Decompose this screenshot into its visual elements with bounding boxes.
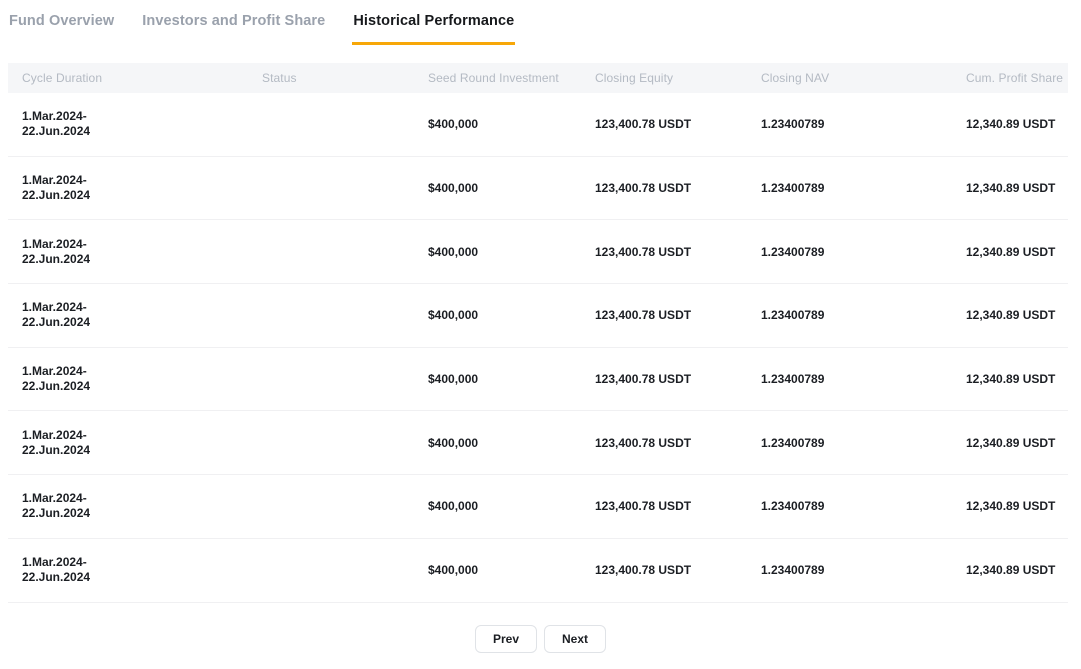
tab-investors-and-profit-share[interactable]: Investors and Profit Share (141, 0, 326, 45)
cycle-duration-line2: 22.Jun.2024 (22, 252, 262, 267)
cell-cycle-duration: 1.Mar.2024- 22.Jun.2024 (22, 173, 262, 203)
cell-closing-nav: 1.23400789 (761, 372, 966, 386)
cell-cum-profit-share: 12,340.89 USDT (966, 308, 1068, 322)
cell-closing-equity: 123,400.78 USDT (595, 308, 761, 322)
cell-cum-profit-share: 12,340.89 USDT (966, 245, 1068, 259)
cell-cum-profit-share: 12,340.89 USDT (966, 436, 1068, 450)
cell-cycle-duration: 1.Mar.2024- 22.Jun.2024 (22, 428, 262, 458)
cell-closing-nav: 1.23400789 (761, 499, 966, 513)
cell-seed-round-investment: $400,000 (428, 308, 595, 322)
cycle-duration-line1: 1.Mar.2024- (22, 300, 262, 315)
tab-historical-performance[interactable]: Historical Performance (352, 0, 515, 45)
cycle-duration-line2: 22.Jun.2024 (22, 124, 262, 139)
cell-closing-equity: 123,400.78 USDT (595, 372, 761, 386)
cycle-duration-line2: 22.Jun.2024 (22, 315, 262, 330)
cell-closing-equity: 123,400.78 USDT (595, 117, 761, 131)
cell-cycle-duration: 1.Mar.2024- 22.Jun.2024 (22, 109, 262, 139)
cell-seed-round-investment: $400,000 (428, 372, 595, 386)
cycle-duration-line2: 22.Jun.2024 (22, 443, 262, 458)
historical-performance-table: Cycle Duration Status Seed Round Investm… (8, 63, 1068, 603)
cell-closing-equity: 123,400.78 USDT (595, 563, 761, 577)
tab-fund-overview[interactable]: Fund Overview (8, 0, 115, 45)
cell-cycle-duration: 1.Mar.2024- 22.Jun.2024 (22, 237, 262, 267)
table-row: 1.Mar.2024- 22.Jun.2024 $400,000 123,400… (8, 411, 1068, 475)
cycle-duration-line1: 1.Mar.2024- (22, 237, 262, 252)
cell-cum-profit-share: 12,340.89 USDT (966, 181, 1068, 195)
cell-closing-nav: 1.23400789 (761, 308, 966, 322)
cell-closing-equity: 123,400.78 USDT (595, 436, 761, 450)
cell-seed-round-investment: $400,000 (428, 117, 595, 131)
cell-closing-nav: 1.23400789 (761, 117, 966, 131)
cycle-duration-line1: 1.Mar.2024- (22, 491, 262, 506)
cell-closing-nav: 1.23400789 (761, 181, 966, 195)
column-header-closing-equity: Closing Equity (595, 71, 761, 85)
cell-closing-equity: 123,400.78 USDT (595, 181, 761, 195)
cell-closing-nav: 1.23400789 (761, 563, 966, 577)
cell-cycle-duration: 1.Mar.2024- 22.Jun.2024 (22, 300, 262, 330)
cell-cycle-duration: 1.Mar.2024- 22.Jun.2024 (22, 491, 262, 521)
column-header-cycle-duration: Cycle Duration (22, 71, 262, 85)
table-row: 1.Mar.2024- 22.Jun.2024 $400,000 123,400… (8, 157, 1068, 221)
table-row: 1.Mar.2024- 22.Jun.2024 $400,000 123,400… (8, 284, 1068, 348)
cycle-duration-line2: 22.Jun.2024 (22, 570, 262, 585)
cycle-duration-line2: 22.Jun.2024 (22, 506, 262, 521)
cell-seed-round-investment: $400,000 (428, 181, 595, 195)
column-header-cum-profit-share: Cum. Profit Share (966, 71, 1068, 85)
pagination: Prev Next (0, 625, 1081, 653)
cell-cum-profit-share: 12,340.89 USDT (966, 372, 1068, 386)
cycle-duration-line1: 1.Mar.2024- (22, 364, 262, 379)
cell-seed-round-investment: $400,000 (428, 563, 595, 577)
cycle-duration-line1: 1.Mar.2024- (22, 428, 262, 443)
cycle-duration-line2: 22.Jun.2024 (22, 379, 262, 394)
cell-closing-nav: 1.23400789 (761, 245, 966, 259)
cycle-duration-line2: 22.Jun.2024 (22, 188, 262, 203)
cell-closing-equity: 123,400.78 USDT (595, 245, 761, 259)
table-row: 1.Mar.2024- 22.Jun.2024 $400,000 123,400… (8, 93, 1068, 157)
cell-cycle-duration: 1.Mar.2024- 22.Jun.2024 (22, 364, 262, 394)
table-row: 1.Mar.2024- 22.Jun.2024 $400,000 123,400… (8, 475, 1068, 539)
cell-closing-nav: 1.23400789 (761, 436, 966, 450)
table-row: 1.Mar.2024- 22.Jun.2024 $400,000 123,400… (8, 348, 1068, 412)
cell-seed-round-investment: $400,000 (428, 436, 595, 450)
column-header-closing-nav: Closing NAV (761, 71, 966, 85)
tab-bar: Fund Overview Investors and Profit Share… (0, 0, 1081, 45)
prev-button[interactable]: Prev (475, 625, 537, 653)
table-row: 1.Mar.2024- 22.Jun.2024 $400,000 123,400… (8, 220, 1068, 284)
cell-seed-round-investment: $400,000 (428, 499, 595, 513)
cell-cycle-duration: 1.Mar.2024- 22.Jun.2024 (22, 555, 262, 585)
cell-cum-profit-share: 12,340.89 USDT (966, 563, 1068, 577)
column-header-status: Status (262, 71, 428, 85)
cell-cum-profit-share: 12,340.89 USDT (966, 499, 1068, 513)
cell-seed-round-investment: $400,000 (428, 245, 595, 259)
cycle-duration-line1: 1.Mar.2024- (22, 109, 262, 124)
cycle-duration-line1: 1.Mar.2024- (22, 173, 262, 188)
column-header-seed-round-investment: Seed Round Investment (428, 71, 595, 85)
cell-closing-equity: 123,400.78 USDT (595, 499, 761, 513)
table-body: 1.Mar.2024- 22.Jun.2024 $400,000 123,400… (8, 93, 1068, 603)
table-header-row: Cycle Duration Status Seed Round Investm… (8, 63, 1068, 93)
cell-cum-profit-share: 12,340.89 USDT (966, 117, 1068, 131)
next-button[interactable]: Next (544, 625, 606, 653)
table-row: 1.Mar.2024- 22.Jun.2024 $400,000 123,400… (8, 539, 1068, 603)
cycle-duration-line1: 1.Mar.2024- (22, 555, 262, 570)
